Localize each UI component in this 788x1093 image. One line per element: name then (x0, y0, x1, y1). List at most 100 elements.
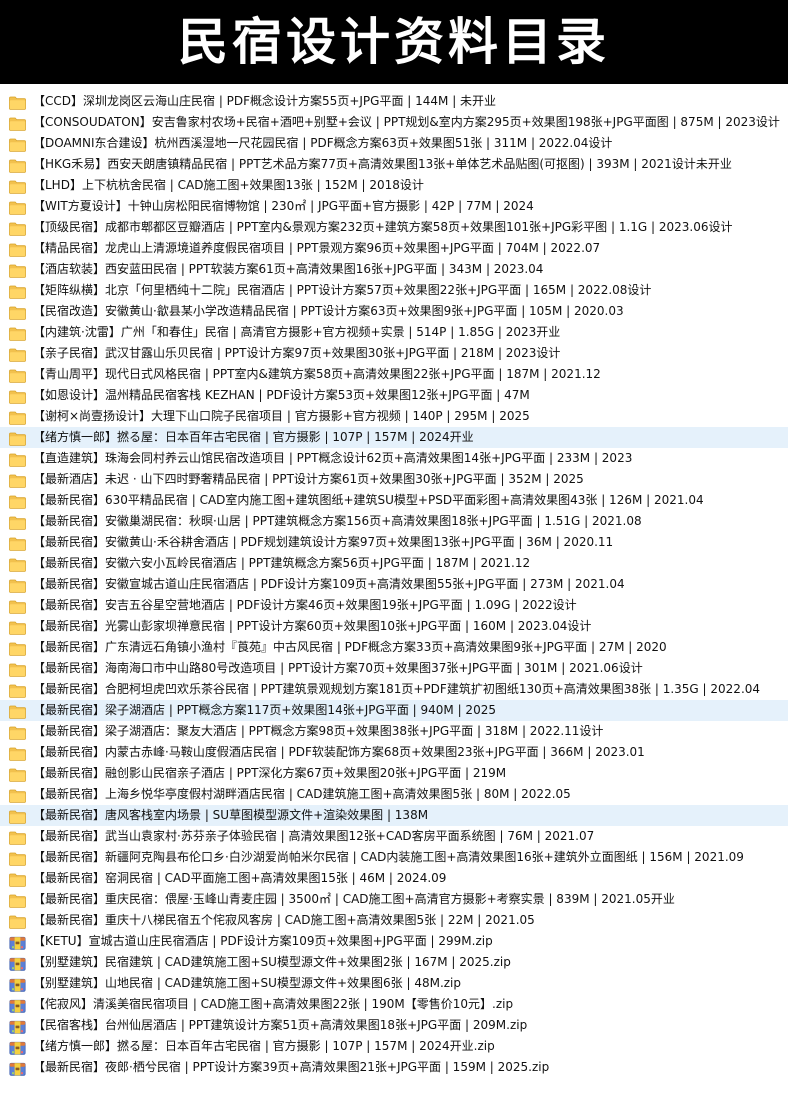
folder-icon (9, 158, 26, 173)
folder-row[interactable]: 【最新民宿】安徽宣城古道山庄民宿酒店 | PDF设计方案109页+高清效果图55… (0, 574, 788, 595)
archive-row[interactable]: 【KETU】宣城古道山庄民宿酒店 | PDF设计方案109页+效果图+JPG平面… (0, 931, 788, 952)
folder-row[interactable]: 【CCD】深圳龙岗区云海山庄民宿 | PDF概念设计方案55页+JPG平面 | … (0, 91, 788, 112)
header-banner: 民宿设计资料目录 (0, 0, 788, 84)
folder-row[interactable]: 【绪方慎一郎】撚る屋：日本百年古宅民宿 | 官方摄影 | 107P | 157M… (0, 427, 788, 448)
folder-icon (9, 914, 26, 929)
folder-row[interactable]: 【最新民宿】梁子湖酒店 | PPT概念方案117页+效果图14张+JPG平面 |… (0, 700, 788, 721)
item-label: 【最新民宿】内蒙古赤峰·马鞍山度假酒店民宿 | PDF软装配饰方案68页+效果图… (33, 745, 645, 759)
folder-row[interactable]: 【最新民宿】合肥柯坦虎凹欢乐茶谷民宿 | PPT建筑景观规划方案181页+PDF… (0, 679, 788, 700)
folder-row[interactable]: 【最新酒店】未迟 · 山下四时野奢精品民宿 | PPT设计方案61页+效果图30… (0, 469, 788, 490)
folder-icon (9, 347, 26, 362)
folder-row[interactable]: 【精品民宿】龙虎山上清源境道养度假民宿项目 | PPT景观方案96页+效果图+J… (0, 238, 788, 259)
item-label: 【最新民宿】窑洞民宿 | CAD平面施工图+高清效果图15张 | 46M | 2… (33, 871, 447, 885)
folder-row[interactable]: 【如恩设计】温州精品民宿客栈 KEZHAN | PDF设计方案53页+效果图12… (0, 385, 788, 406)
folder-row[interactable]: 【HKG禾易】西安天朗唐镇精品民宿 | PPT艺术品方案77页+高清效果图13张… (0, 154, 788, 175)
folder-icon (9, 179, 26, 194)
folder-row[interactable]: 【DOAMNI东合建设】杭州西溪湿地一尺花园民宿 | PDF概念方案63页+效果… (0, 133, 788, 154)
folder-row[interactable]: 【CONSOUDATON】安吉鲁家村农场+民宿+酒吧+别墅+会议 | PPT规划… (0, 112, 788, 133)
folder-row[interactable]: 【最新民宿】广东清远石角镇小渔村『莨苑』中古风民宿 | PDF概念方案33页+高… (0, 637, 788, 658)
item-label: 【精品民宿】龙虎山上清源境道养度假民宿项目 | PPT景观方案96页+效果图+J… (33, 241, 601, 255)
folder-icon (9, 599, 26, 614)
item-label: 【绪方慎一郎】撚る屋：日本百年古宅民宿 | 官方摄影 | 107P | 157M… (33, 1039, 495, 1053)
folder-row[interactable]: 【最新民宿】重庆民宿：偎屋·玉峰山青麦庄园 | 3500㎡ | CAD施工图+高… (0, 889, 788, 910)
folder-row[interactable]: 【青山周平】现代日式风格民宿 | PPT室内&建筑方案58页+高清效果图22张+… (0, 364, 788, 385)
item-label: 【最新民宿】梁子湖酒店 | PPT概念方案117页+效果图14张+JPG平面 |… (33, 703, 496, 717)
item-label: 【最新民宿】唐风客栈室内场景 | SU草图模型源文件+渲染效果图 | 138M (33, 808, 429, 822)
item-label: 【CONSOUDATON】安吉鲁家村农场+民宿+酒吧+别墅+会议 | PPT规划… (33, 115, 780, 129)
item-label: 【绪方慎一郎】撚る屋：日本百年古宅民宿 | 官方摄影 | 107P | 157M… (33, 430, 474, 444)
archive-row[interactable]: 【绪方慎一郎】撚る屋：日本百年古宅民宿 | 官方摄影 | 107P | 157M… (0, 1036, 788, 1057)
folder-icon (9, 809, 26, 824)
folder-row[interactable]: 【亲子民宿】武汉甘露山乐贝民宿 | PPT设计方案97页+效果图30张+JPG平… (0, 343, 788, 364)
item-label: 【最新民宿】上海乡悦华亭度假村湖畔酒店民宿 | CAD建筑施工图+高清效果图5张… (33, 787, 571, 801)
folder-icon (9, 116, 26, 131)
folder-row[interactable]: 【最新民宿】上海乡悦华亭度假村湖畔酒店民宿 | CAD建筑施工图+高清效果图5张… (0, 784, 788, 805)
folder-icon (9, 137, 26, 152)
item-label: 【民宿改造】安徽黄山·歙县某小学改造精品民宿 | PPT设计方案63页+效果图9… (33, 304, 624, 318)
item-label: 【KETU】宣城古道山庄民宿酒店 | PDF设计方案109页+效果图+JPG平面… (33, 934, 493, 948)
folder-icon (9, 368, 26, 383)
folder-row[interactable]: 【民宿改造】安徽黄山·歙县某小学改造精品民宿 | PPT设计方案63页+效果图9… (0, 301, 788, 322)
folder-icon (9, 704, 26, 719)
folder-row[interactable]: 【最新民宿】唐风客栈室内场景 | SU草图模型源文件+渲染效果图 | 138M (0, 805, 788, 826)
folder-row[interactable]: 【LHD】上下杭杭舍民宿 | CAD施工图+效果图13张 | 152M | 20… (0, 175, 788, 196)
folder-icon (9, 200, 26, 215)
archive-row[interactable]: 【别墅建筑】民宿建筑 | CAD建筑施工图+SU模型源文件+效果图2张 | 16… (0, 952, 788, 973)
item-label: 【DOAMNI东合建设】杭州西溪湿地一尺花园民宿 | PDF概念方案63页+效果… (33, 136, 613, 150)
folder-row[interactable]: 【最新民宿】梁子湖酒店：聚友大酒店 | PPT概念方案98页+效果图38张+JP… (0, 721, 788, 742)
folder-row[interactable]: 【顶级民宿】成都市郫都区豆瓣酒店 | PPT室内&景观方案232页+建筑方案58… (0, 217, 788, 238)
archive-row[interactable]: 【侘寂风】清溪美宿民宿项目 | CAD施工图+高清效果图22张 | 190M【零… (0, 994, 788, 1015)
folder-icon (9, 221, 26, 236)
item-label: 【最新民宿】安徽黄山·禾谷耕舍酒店 | PDF规划建筑设计方案97页+效果图13… (33, 535, 614, 549)
folder-icon (9, 578, 26, 593)
folder-row[interactable]: 【最新民宿】安吉五谷星空营地酒店 | PDF设计方案46页+效果图19张+JPG… (0, 595, 788, 616)
folder-row[interactable]: 【内建筑·沈雷】广州「和春住」民宿 | 高清官方摄影+官方视频+实景 | 514… (0, 322, 788, 343)
folder-row[interactable]: 【最新民宿】安徽巢湖民宿：秋暝·山居 | PPT建筑概念方案156页+高清效果图… (0, 511, 788, 532)
folder-row[interactable]: 【谢柯×尚壹扬设计】大理下山口院子民宿项目 | 官方摄影+官方视频 | 140P… (0, 406, 788, 427)
item-label: 【最新民宿】合肥柯坦虎凹欢乐茶谷民宿 | PPT建筑景观规划方案181页+PDF… (33, 682, 761, 696)
item-label: 【青山周平】现代日式风格民宿 | PPT室内&建筑方案58页+高清效果图22张+… (33, 367, 601, 381)
folder-row[interactable]: 【最新民宿】武当山袁家村·苏芬亲子体验民宿 | 高清效果图12张+CAD客房平面… (0, 826, 788, 847)
folder-row[interactable]: 【最新民宿】安徽黄山·禾谷耕舍酒店 | PDF规划建筑设计方案97页+效果图13… (0, 532, 788, 553)
folder-row[interactable]: 【最新民宿】窑洞民宿 | CAD平面施工图+高清效果图15张 | 46M | 2… (0, 868, 788, 889)
folder-icon (9, 851, 26, 866)
item-label: 【最新民宿】安徽宣城古道山庄民宿酒店 | PDF设计方案109页+高清效果图55… (33, 577, 625, 591)
item-label: 【别墅建筑】民宿建筑 | CAD建筑施工图+SU模型源文件+效果图2张 | 16… (33, 955, 511, 969)
folder-row[interactable]: 【最新民宿】重庆十八梯民宿五个侘寂风客房 | CAD施工图+高清效果图5张 | … (0, 910, 788, 931)
archive-row[interactable]: 【别墅建筑】山地民宿 | CAD建筑施工图+SU模型源文件+效果图6张 | 48… (0, 973, 788, 994)
item-label: 【别墅建筑】山地民宿 | CAD建筑施工图+SU模型源文件+效果图6张 | 48… (33, 976, 462, 990)
file-list: 【CCD】深圳龙岗区云海山庄民宿 | PDF概念设计方案55页+JPG平面 | … (0, 84, 788, 1078)
archive-row[interactable]: 【最新民宿】夜郎·栖兮民宿 | PPT设计方案39页+高清效果图21张+JPG平… (0, 1057, 788, 1078)
folder-row[interactable]: 【直造建筑】珠海会同村养云山馆民宿改造项目 | PPT概念设计62页+高清效果图… (0, 448, 788, 469)
folder-row[interactable]: 【最新民宿】630平精品民宿 | CAD室内施工图+建筑图纸+建筑SU模型+PS… (0, 490, 788, 511)
item-label: 【酒店软装】西安蓝田民宿 | PPT软装方案61页+高清效果图16张+JPG平面… (33, 262, 544, 276)
folder-row[interactable]: 【最新民宿】新疆阿克陶县布伦口乡·白沙湖爱尚帕米尔民宿 | CAD内装施工图+高… (0, 847, 788, 868)
folder-row[interactable]: 【最新民宿】融创影山民宿亲子酒店 | PPT深化方案67页+效果图20张+JPG… (0, 763, 788, 784)
folder-icon (9, 788, 26, 803)
folder-icon (9, 431, 26, 446)
archive-row[interactable]: 【民宿客栈】台州仙居酒店 | PPT建筑设计方案51页+高清效果图18张+JPG… (0, 1015, 788, 1036)
item-label: 【CCD】深圳龙岗区云海山庄民宿 | PDF概念设计方案55页+JPG平面 | … (33, 94, 497, 108)
folder-row[interactable]: 【最新民宿】海南海口市中山路80号改造项目 | PPT设计方案70页+效果图37… (0, 658, 788, 679)
zip-archive-icon (9, 977, 26, 992)
folder-icon (9, 893, 26, 908)
folder-row[interactable]: 【WIT方夏设计】十钟山房松阳民宿博物馆 | 230㎡ | JPG平面+官方摄影… (0, 196, 788, 217)
zip-archive-icon (9, 998, 26, 1013)
item-label: 【直造建筑】珠海会同村养云山馆民宿改造项目 | PPT概念设计62页+高清效果图… (33, 451, 633, 465)
folder-row[interactable]: 【最新民宿】安徽六安小瓦岭民宿酒店 | PPT建筑概念方案56页+JPG平面 |… (0, 553, 788, 574)
folder-icon (9, 683, 26, 698)
folder-icon (9, 410, 26, 425)
zip-archive-icon (9, 956, 26, 971)
folder-icon (9, 641, 26, 656)
folder-row[interactable]: 【矩阵纵横】北京「何里栖纯十二院」民宿酒店 | PPT设计方案57页+效果图22… (0, 280, 788, 301)
folder-icon (9, 284, 26, 299)
zip-archive-icon (9, 1040, 26, 1055)
folder-row[interactable]: 【最新民宿】光雾山彭家坝禅意民宿 | PPT设计方案60页+效果图10张+JPG… (0, 616, 788, 637)
folder-icon (9, 662, 26, 677)
folder-row[interactable]: 【酒店软装】西安蓝田民宿 | PPT软装方案61页+高清效果图16张+JPG平面… (0, 259, 788, 280)
folder-icon (9, 557, 26, 572)
folder-icon (9, 494, 26, 509)
zip-archive-icon (9, 1061, 26, 1076)
item-label: 【最新民宿】重庆十八梯民宿五个侘寂风客房 | CAD施工图+高清效果图5张 | … (33, 913, 535, 927)
folder-row[interactable]: 【最新民宿】内蒙古赤峰·马鞍山度假酒店民宿 | PDF软装配饰方案68页+效果图… (0, 742, 788, 763)
